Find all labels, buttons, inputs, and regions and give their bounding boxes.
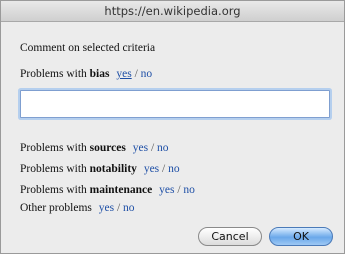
bias-yes-link[interactable]: yes [116, 68, 131, 80]
ok-button[interactable]: OK [269, 227, 333, 246]
notability-yes-no: yes / no [144, 163, 180, 175]
bias-yes-no: yes / no [116, 68, 152, 80]
criterion-sources-prefix: Problems with [20, 142, 90, 154]
maintenance-no-link[interactable]: no [183, 184, 195, 196]
criterion-other-label: Other problems [20, 202, 92, 214]
criterion-notability: Problems with notability yes / no [20, 163, 180, 175]
criterion-maintenance-prefix: Problems with [20, 184, 90, 196]
window-title: https://en.wikipedia.org [1, 1, 344, 22]
maintenance-separator: / [177, 184, 181, 196]
bias-no-link[interactable]: no [141, 68, 153, 80]
criterion-bias-prefix: Problems with [20, 68, 90, 80]
criterion-sources-keyword: sources [89, 142, 126, 154]
cancel-button[interactable]: Cancel [198, 227, 262, 246]
other-no-link[interactable]: no [123, 202, 135, 214]
criterion-bias-keyword: bias [89, 68, 110, 80]
other-yes-no: yes / no [99, 202, 135, 214]
criterion-maintenance: Problems with maintenance yes / no [20, 184, 195, 196]
notability-yes-link[interactable]: yes [144, 163, 159, 175]
bias-separator: / [134, 68, 138, 80]
criterion-maintenance-keyword: maintenance [89, 184, 153, 196]
criterion-notability-keyword: notability [89, 163, 137, 175]
sources-yes-link[interactable]: yes [133, 142, 148, 154]
maintenance-yes-link[interactable]: yes [159, 184, 174, 196]
criterion-bias: Problems with bias yes / no [20, 68, 152, 80]
criterion-sources: Problems with sources yes / no [20, 142, 169, 154]
other-separator: / [116, 202, 121, 214]
sources-yes-no: yes / no [133, 142, 169, 154]
sources-separator: / [150, 142, 155, 154]
dialog-window: https://en.wikipedia.org Comment on sele… [0, 0, 345, 254]
dialog-heading: Comment on selected criteria [20, 42, 156, 54]
other-yes-link[interactable]: yes [99, 202, 114, 214]
comment-input[interactable] [20, 90, 330, 118]
notability-separator: / [162, 163, 166, 175]
criterion-notability-prefix: Problems with [20, 163, 90, 175]
sources-no-link[interactable]: no [157, 142, 169, 154]
maintenance-yes-no: yes / no [159, 184, 195, 196]
criterion-other: Other problems yes / no [20, 202, 135, 214]
dialog-content: Comment on selected criteria Problems wi… [1, 22, 344, 253]
notability-no-link[interactable]: no [168, 163, 180, 175]
